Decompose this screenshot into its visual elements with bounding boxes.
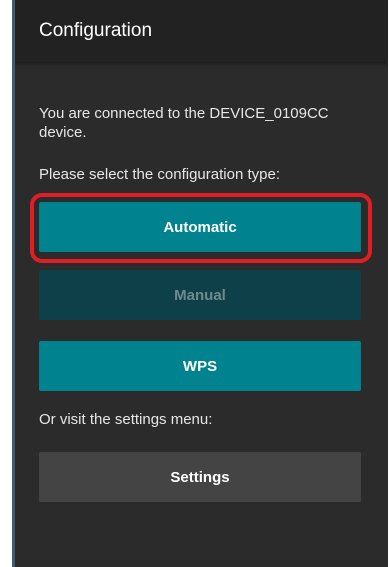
connection-status-text: You are connected to the DEVICE_0109CC d… [39, 105, 329, 141]
configuration-type-prompt: Please select the configuration type: [39, 166, 280, 183]
page-title: Configuration [39, 20, 153, 41]
app-bar: Configuration [15, 0, 388, 62]
settings-menu-prompt: Or visit the settings menu: [39, 411, 213, 428]
wps-button[interactable]: WPS [39, 341, 361, 391]
device-screen: Configuration You are connected to the D… [12, 0, 388, 567]
manual-button: Manual [39, 270, 361, 320]
automatic-button[interactable]: Automatic [39, 202, 361, 252]
settings-button[interactable]: Settings [39, 452, 361, 502]
